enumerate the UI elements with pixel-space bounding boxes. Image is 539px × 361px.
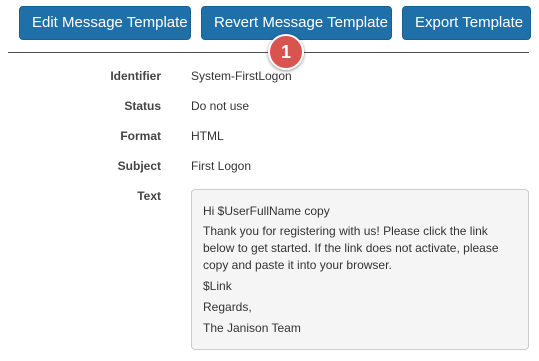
message-signature: The Janison Team [203,321,301,335]
message-regards: Regards, [203,300,252,314]
identifier-value: System-FirstLogon [191,69,292,83]
identifier-label: Identifier [110,69,161,83]
message-link-placeholder: $Link [203,279,232,293]
step-callout-badge: 1 [268,34,304,70]
message-text-box: Hi $UserFullName copy Thank you for regi… [191,189,529,350]
message-greeting: Hi $UserFullName copy [203,204,330,218]
status-value: Do not use [191,99,250,113]
subject-label: Subject [117,159,161,173]
format-value: HTML [191,129,224,143]
toolbar: Edit Message Template Revert Message Tem… [19,6,531,40]
status-label: Status [124,99,161,113]
text-label: Text [137,189,161,203]
format-label: Format [120,129,161,143]
revert-message-template-button[interactable]: Revert Message Template [201,6,392,40]
subject-value: First Logon [191,159,252,173]
export-template-button[interactable]: Export Template [402,6,531,40]
edit-message-template-button[interactable]: Edit Message Template [19,6,191,40]
message-body-text: Thank you for registering with us! Pleas… [203,224,499,272]
